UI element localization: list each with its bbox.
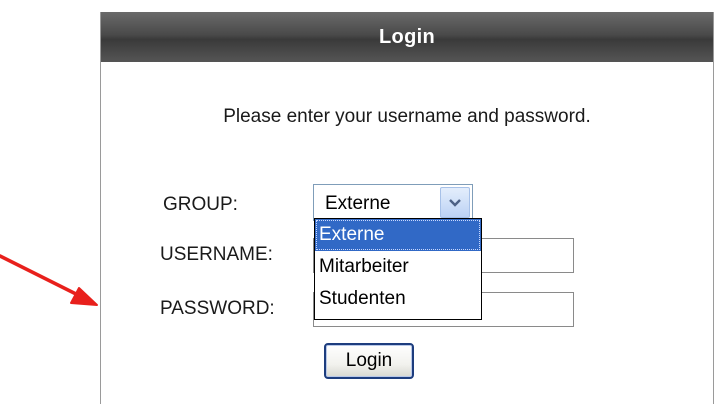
- group-option-studenten[interactable]: Studenten: [315, 283, 481, 315]
- panel-title: Login: [379, 25, 435, 48]
- group-label: GROUP:: [163, 194, 238, 215]
- group-select[interactable]: Externe: [313, 184, 473, 221]
- login-screen: Login Please enter your username and pas…: [0, 0, 717, 404]
- password-label: PASSWORD:: [160, 298, 275, 319]
- group-select-toggle[interactable]: [440, 187, 470, 218]
- chevron-down-icon: [449, 199, 461, 207]
- panel-header: Login: [101, 12, 713, 62]
- group-option-mitarbeiter[interactable]: Mitarbeiter: [315, 251, 481, 283]
- login-panel: Login Please enter your username and pas…: [100, 12, 714, 404]
- group-select-value: Externe: [325, 193, 391, 214]
- group-option-externe[interactable]: Externe: [315, 219, 481, 251]
- group-dropdown-list: Externe Mitarbeiter Studenten: [314, 218, 482, 320]
- username-label: USERNAME:: [160, 244, 273, 265]
- login-button[interactable]: Login: [324, 343, 414, 379]
- login-instruction: Please enter your username and password.: [223, 106, 591, 127]
